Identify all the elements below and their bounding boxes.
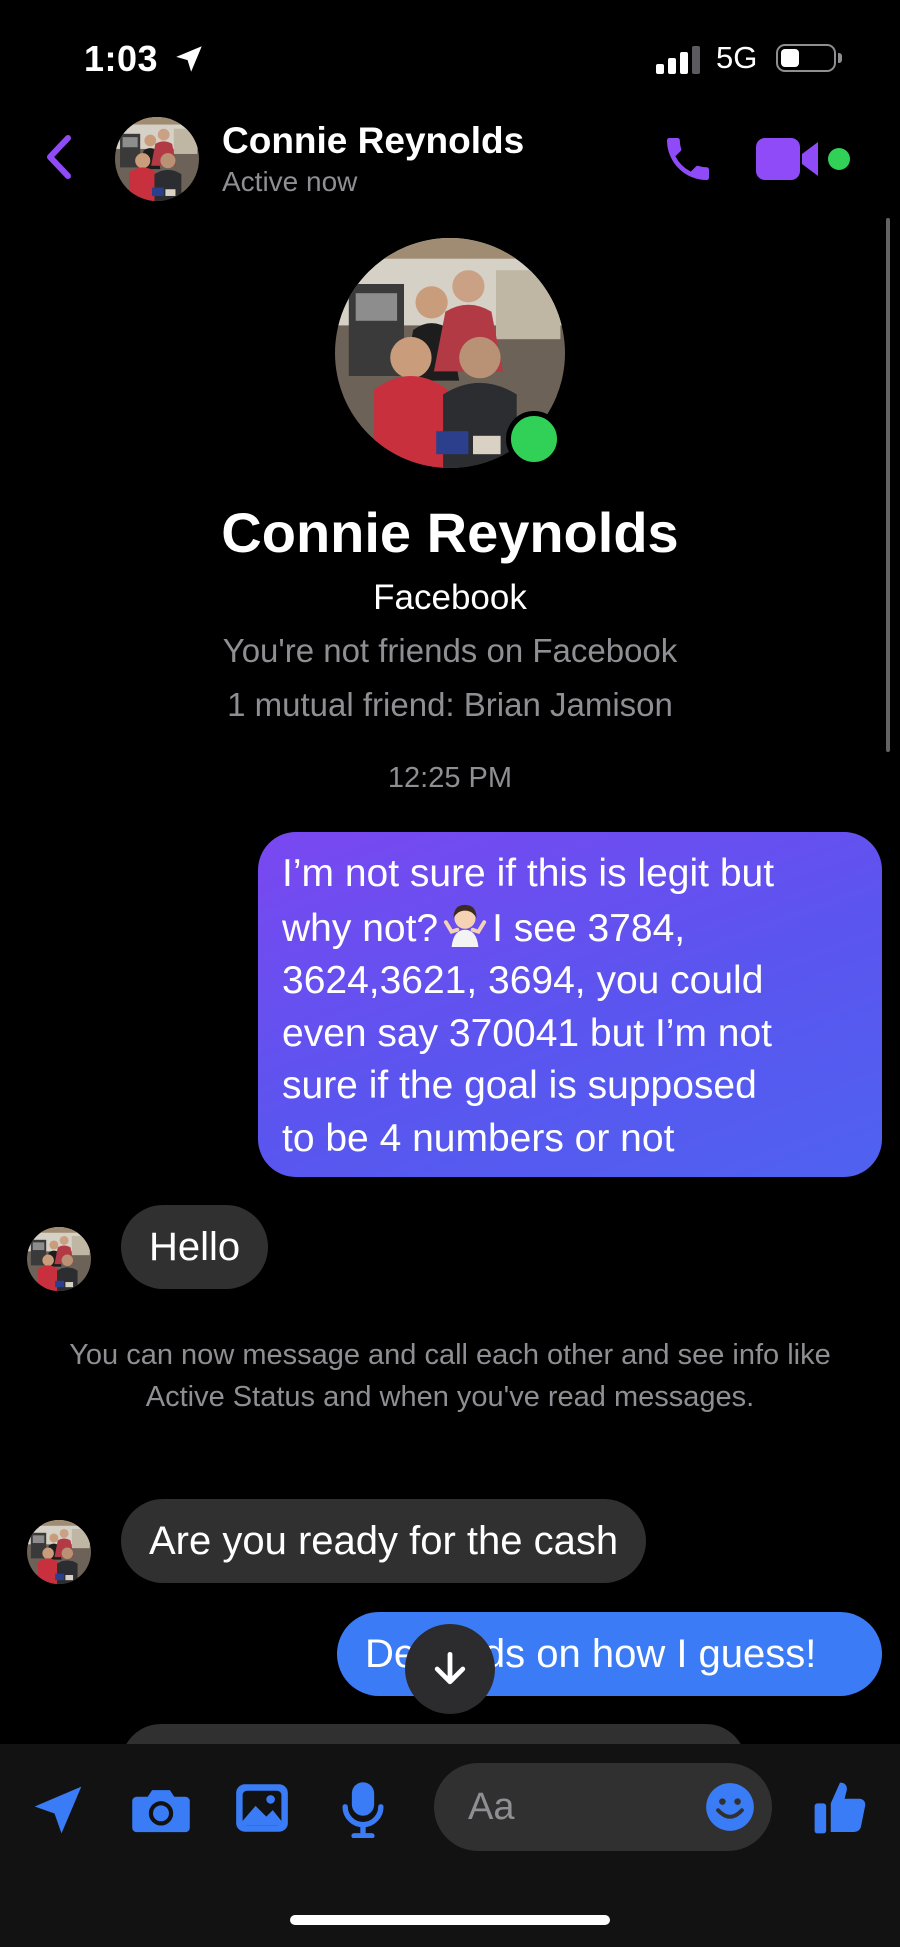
profile-name: Connie Reynolds xyxy=(221,501,679,564)
battery-cap xyxy=(838,53,842,63)
arrow-down-icon xyxy=(434,1651,466,1685)
incoming-message[interactable]: Are you ready for the cash xyxy=(121,1499,647,1583)
network-type: 5G xyxy=(716,40,758,75)
profile-platform: Facebook xyxy=(373,578,527,617)
phone-call-icon[interactable] xyxy=(660,131,716,187)
mutual-friends: 1 mutual friend: Brian Jamison xyxy=(227,686,673,723)
message-input[interactable] xyxy=(468,1763,688,1851)
status-time: 1:03 xyxy=(84,38,159,79)
scroll-to-bottom-button[interactable] xyxy=(405,1624,495,1714)
incoming-message[interactable]: Hello xyxy=(121,1205,269,1289)
emoji-icon[interactable] xyxy=(704,1781,756,1833)
message-line: why not? I see 3784, xyxy=(282,901,858,956)
message-input-container[interactable] xyxy=(434,1763,772,1851)
message-timestamp: 12:25 PM xyxy=(387,762,513,794)
microphone-icon[interactable] xyxy=(340,1780,386,1838)
scrollbar[interactable] xyxy=(886,218,890,752)
location-arrow-icon xyxy=(176,46,202,72)
message-line-part: I see 3784, xyxy=(492,906,686,950)
group-photo-icon xyxy=(27,1227,91,1291)
message-line: I’m not sure if this is legit but xyxy=(282,852,775,895)
cellular-signal-icon xyxy=(656,46,700,74)
video-online-dot xyxy=(828,148,850,170)
message-line: even say 370041 but I’m not xyxy=(282,1011,772,1055)
sender-avatar[interactable] xyxy=(27,1520,91,1584)
active-status: Active now xyxy=(222,166,358,197)
video-call-icon[interactable] xyxy=(756,138,820,180)
system-notice: You can now message and call each other … xyxy=(69,1339,831,1413)
group-photo-icon xyxy=(27,1520,91,1584)
back-chevron-icon[interactable] xyxy=(42,134,76,180)
online-indicator xyxy=(506,411,562,467)
message-line: sure if the goal is supposed xyxy=(282,1064,757,1107)
outgoing-message[interactable]: I’m not sure if this is legit but why no… xyxy=(258,832,882,1177)
thumbs-up-icon[interactable] xyxy=(812,1778,868,1838)
battery-icon xyxy=(776,44,836,72)
friend-status: You're not friends on Facebook xyxy=(222,632,678,669)
message-line-part: why not? xyxy=(282,906,439,950)
message-line: to be 4 numbers or not xyxy=(282,1116,675,1160)
group-photo-icon xyxy=(115,117,199,201)
photo-gallery-icon[interactable] xyxy=(234,1782,290,1834)
home-indicator[interactable] xyxy=(290,1915,610,1925)
contact-name[interactable]: Connie Reynolds xyxy=(222,120,524,162)
send-arrow-icon[interactable] xyxy=(30,1782,86,1838)
contact-avatar[interactable] xyxy=(115,117,199,201)
message-line: 3624,3621, 3694, you could xyxy=(282,959,764,1002)
camera-icon[interactable] xyxy=(130,1782,192,1838)
shrug-emoji-icon xyxy=(444,904,487,947)
sender-avatar[interactable] xyxy=(27,1227,91,1291)
